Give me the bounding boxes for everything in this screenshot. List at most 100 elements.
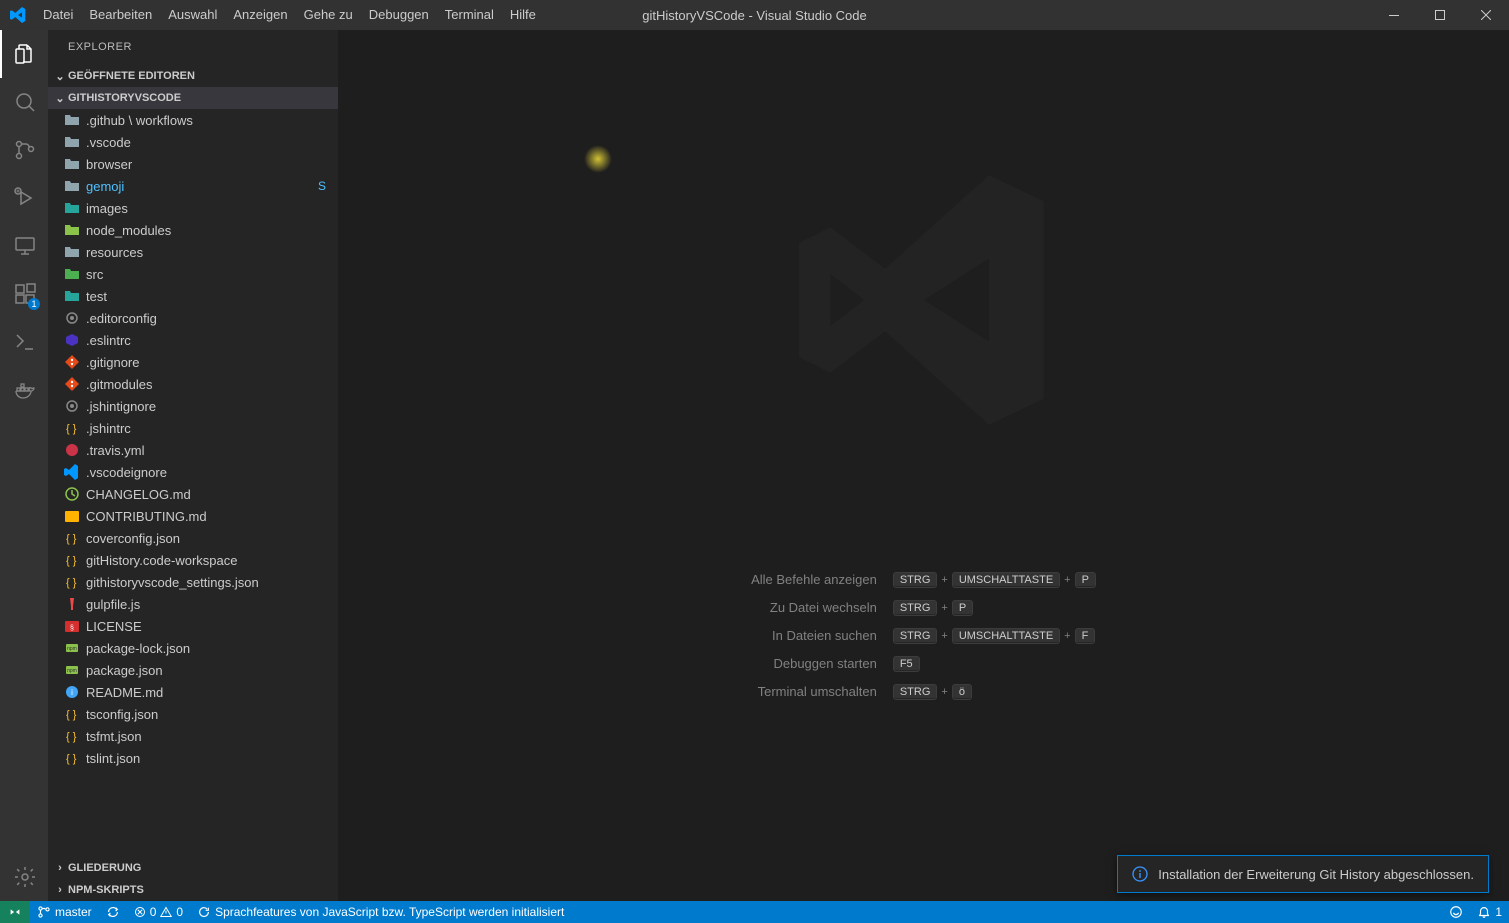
remote-explorer-tab[interactable] — [0, 222, 48, 270]
tree-item[interactable]: test — [48, 285, 338, 307]
svg-text:npm: npm — [67, 646, 77, 652]
keyboard-key: STRG — [893, 684, 938, 700]
tree-item[interactable]: .vscodeignore — [48, 461, 338, 483]
close-button[interactable] — [1463, 0, 1509, 30]
tree-item-label: .gitmodules — [86, 377, 152, 392]
shortcut-label: Alle Befehle anzeigen — [751, 572, 877, 587]
docker-tab[interactable] — [0, 366, 48, 414]
sync-button[interactable] — [99, 901, 127, 923]
folder-src-icon — [64, 266, 80, 282]
keyboard-key: UMSCHALTTASTE — [952, 572, 1060, 588]
outline-header[interactable]: › GLIEDERUNG — [48, 857, 338, 879]
tree-item[interactable]: CONTRIBUTING.md — [48, 505, 338, 527]
vscode-watermark-logo — [794, 170, 1054, 430]
search-tab[interactable] — [0, 78, 48, 126]
tree-item-label: .editorconfig — [86, 311, 157, 326]
tree-item[interactable]: { }gitHistory.code-workspace — [48, 549, 338, 571]
tree-item[interactable]: .gitmodules — [48, 373, 338, 395]
explorer-tab[interactable] — [0, 30, 48, 78]
tree-item-label: README.md — [86, 685, 163, 700]
problems-button[interactable]: 0 0 — [127, 901, 190, 923]
tree-item[interactable]: gulpfile.js — [48, 593, 338, 615]
source-control-tab[interactable] — [0, 126, 48, 174]
tree-item[interactable]: { }githistoryvscode_settings.json — [48, 571, 338, 593]
tree-item[interactable]: .travis.yml — [48, 439, 338, 461]
tree-item[interactable]: resources — [48, 241, 338, 263]
menu-datei[interactable]: Datei — [35, 0, 81, 30]
menu-bearbeiten[interactable]: Bearbeiten — [81, 0, 160, 30]
minimize-button[interactable] — [1371, 0, 1417, 30]
tree-item[interactable]: { }tslint.json — [48, 747, 338, 769]
menu-terminal[interactable]: Terminal — [437, 0, 502, 30]
tree-item[interactable]: { }tsfmt.json — [48, 725, 338, 747]
tree-item[interactable]: node_modules — [48, 219, 338, 241]
notification-toast[interactable]: Installation der Erweiterung Git History… — [1117, 855, 1489, 893]
file-travis-icon — [64, 442, 80, 458]
notification-count: 1 — [1495, 905, 1502, 919]
tree-item[interactable]: images — [48, 197, 338, 219]
file-readme-icon: i — [64, 684, 80, 700]
open-editors-header[interactable]: ⌄ GEÖFFNETE EDITOREN — [48, 65, 338, 87]
git-branch[interactable]: master — [30, 901, 99, 923]
tree-item[interactable]: { } coverconfig.json — [48, 527, 338, 549]
svg-text:{ }: { } — [66, 555, 77, 567]
feedback-button[interactable] — [1442, 901, 1470, 923]
tree-item[interactable]: .vscode — [48, 131, 338, 153]
tree-item[interactable]: { }tsconfig.json — [48, 703, 338, 725]
menu-auswahl[interactable]: Auswahl — [160, 0, 225, 30]
tree-item-label: package-lock.json — [86, 641, 190, 656]
file-json-icon: { } — [64, 552, 80, 568]
window-title: gitHistoryVSCode - Visual Studio Code — [642, 8, 867, 23]
tree-item[interactable]: gemojiS — [48, 175, 338, 197]
tree-item[interactable]: .gitignore — [48, 351, 338, 373]
file-eslint-icon — [64, 332, 80, 348]
chevron-right-icon: › — [52, 862, 68, 874]
file-npm-icon: npm — [64, 662, 80, 678]
npm-scripts-header[interactable]: › NPM-SKRIPTS — [48, 879, 338, 901]
language-status[interactable]: Sprachfeatures von JavaScript bzw. TypeS… — [190, 901, 571, 923]
tree-item[interactable]: i README.md — [48, 681, 338, 703]
tree-item[interactable]: §LICENSE — [48, 615, 338, 637]
tree-item-label: node_modules — [86, 223, 171, 238]
tree-item-label: resources — [86, 245, 143, 260]
keyboard-key: ö — [952, 684, 972, 700]
tree-item-label: coverconfig.json — [86, 531, 180, 546]
tree-item-label: package.json — [86, 663, 163, 678]
menu-gehe zu[interactable]: Gehe zu — [296, 0, 361, 30]
notifications-button[interactable]: 1 — [1470, 901, 1509, 923]
plus-separator: + — [941, 630, 947, 642]
shortcut-label: In Dateien suchen — [772, 628, 877, 643]
debug-tab[interactable] — [0, 174, 48, 222]
section-label: GITHISTORYVSCODE — [68, 92, 181, 104]
remote-indicator[interactable] — [0, 901, 30, 923]
tree-item[interactable]: npm package.json — [48, 659, 338, 681]
section-label: GLIEDERUNG — [68, 862, 141, 874]
tree-item-label: CHANGELOG.md — [86, 487, 191, 502]
chevron-right-icon: › — [52, 884, 68, 896]
settings-gear[interactable] — [0, 853, 48, 901]
tree-item[interactable]: .github \ workflows — [48, 109, 338, 131]
tree-item[interactable]: src — [48, 263, 338, 285]
menu-hilfe[interactable]: Hilfe — [502, 0, 544, 30]
tree-item[interactable]: browser — [48, 153, 338, 175]
tree-item[interactable]: .editorconfig — [48, 307, 338, 329]
file-json-icon: { } — [64, 574, 80, 590]
svg-text:{ }: { } — [66, 533, 77, 545]
tree-item[interactable]: npm package-lock.json — [48, 637, 338, 659]
plus-separator: + — [941, 686, 947, 698]
remote-terminal-tab[interactable] — [0, 318, 48, 366]
menu-debuggen[interactable]: Debuggen — [361, 0, 437, 30]
tree-item[interactable]: .jshintignore — [48, 395, 338, 417]
tree-item[interactable]: { }.jshintrc — [48, 417, 338, 439]
file-changelog-icon — [64, 486, 80, 502]
tree-item-label: .travis.yml — [86, 443, 145, 458]
maximize-button[interactable] — [1417, 0, 1463, 30]
branch-name: master — [55, 905, 92, 919]
extensions-tab[interactable]: 1 — [0, 270, 48, 318]
menu-anzeigen[interactable]: Anzeigen — [225, 0, 295, 30]
keyboard-key: F5 — [893, 656, 920, 672]
tree-item[interactable]: .eslintrc — [48, 329, 338, 351]
tree-item-label: test — [86, 289, 107, 304]
project-header[interactable]: ⌄ GITHISTORYVSCODE — [48, 87, 338, 109]
tree-item[interactable]: CHANGELOG.md — [48, 483, 338, 505]
